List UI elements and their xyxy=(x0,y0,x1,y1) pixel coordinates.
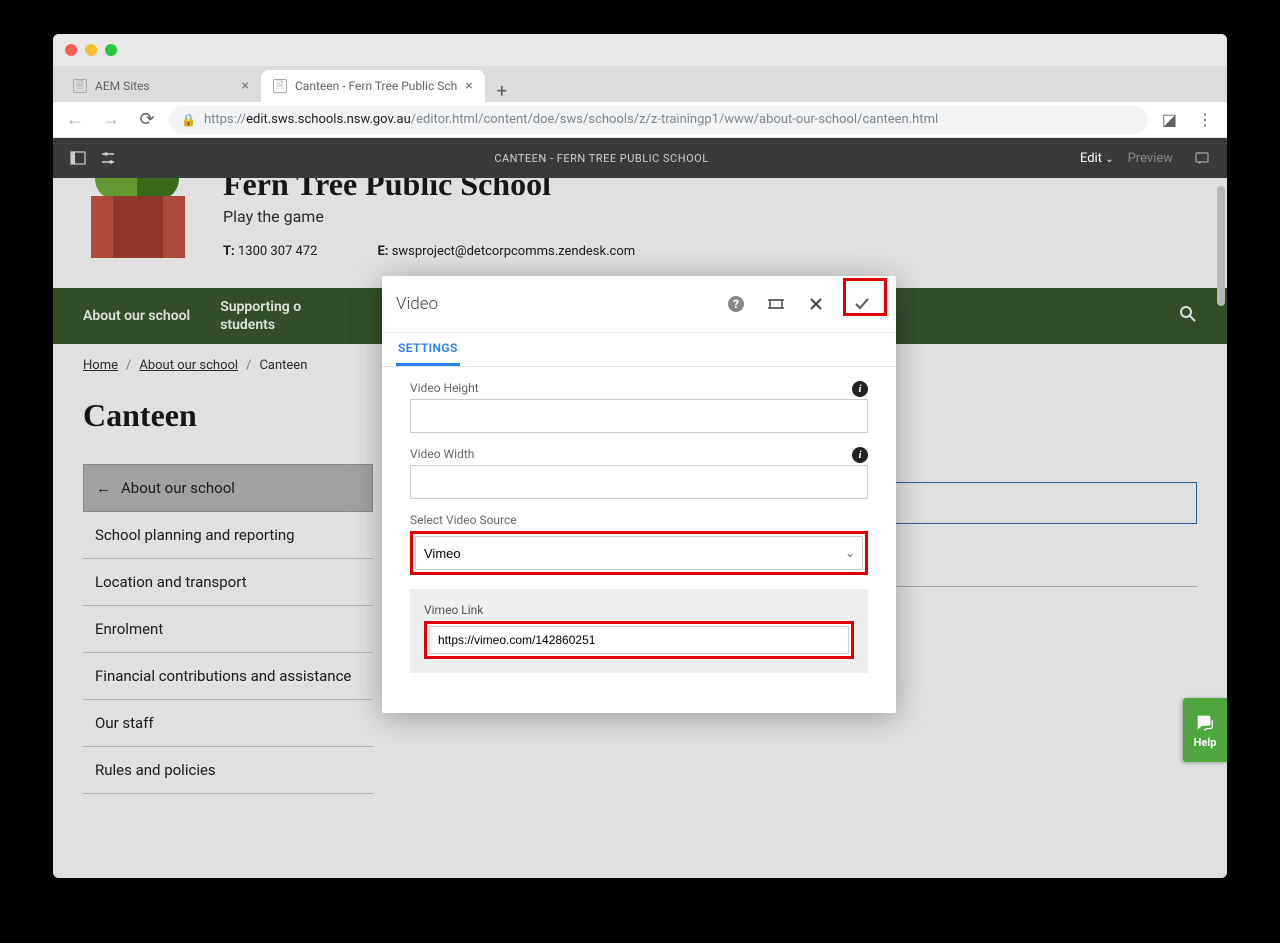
video-source-label: Select Video Source xyxy=(410,513,868,527)
scrollbar[interactable] xyxy=(1217,186,1225,306)
page-icon: 🗎 xyxy=(273,79,287,93)
traffic-lights xyxy=(65,44,117,56)
side-nav: ←About our school School planning and re… xyxy=(83,464,373,794)
browser-tab-aem-sites[interactable]: 🗎 AEM Sites × xyxy=(61,70,261,102)
sidenav-item-about[interactable]: ←About our school xyxy=(83,464,373,512)
address-bar: ← → ⟳ 🔒 https://edit.sws.schools.nsw.gov… xyxy=(53,102,1227,138)
preview-button[interactable]: Preview xyxy=(1128,151,1173,166)
help-tab[interactable]: Help xyxy=(1183,698,1227,762)
field-video-height: Video Height i xyxy=(410,381,868,433)
dialog-body: Video Height i Video Width i Select Vide… xyxy=(382,367,896,713)
nav-supporting[interactable]: Supporting o students xyxy=(220,298,301,334)
chrome-menu-icon[interactable]: ⋮ xyxy=(1191,110,1219,129)
side-panel-icon[interactable] xyxy=(63,143,93,173)
browser-window: 🗎 AEM Sites × 🗎 Canteen - Fern Tree Publ… xyxy=(53,34,1227,878)
video-source-select[interactable]: Vimeo xyxy=(415,536,863,570)
settings-icon[interactable] xyxy=(93,143,123,173)
new-tab-button[interactable]: + xyxy=(485,81,519,102)
titlebar xyxy=(53,34,1227,66)
school-header: Fern Tree Public School Play the game T:… xyxy=(53,178,1227,288)
url-field[interactable]: 🔒 https://edit.sws.schools.nsw.gov.au/ed… xyxy=(169,106,1148,134)
school-tagline: Play the game xyxy=(223,207,635,226)
close-icon[interactable] xyxy=(796,286,836,322)
vimeo-link-label: Vimeo Link xyxy=(424,603,854,617)
help-label: Help xyxy=(1194,736,1217,749)
tab-close-icon[interactable]: × xyxy=(242,78,249,94)
school-name: Fern Tree Public School xyxy=(223,178,635,203)
video-width-label: Video Width xyxy=(410,447,868,461)
dialog-title: Video xyxy=(396,294,438,314)
edit-mode-button[interactable]: Edit ⌄ xyxy=(1080,151,1114,166)
info-icon[interactable]: i xyxy=(852,447,868,463)
fullscreen-icon[interactable] xyxy=(756,286,796,322)
url-text: https://edit.sws.schools.nsw.gov.au/edit… xyxy=(204,112,938,127)
sidenav-item-location[interactable]: Location and transport xyxy=(83,559,373,606)
aem-toolbar: CANTEEN - FERN TREE PUBLIC SCHOOL Edit ⌄… xyxy=(53,138,1227,178)
school-logo xyxy=(83,178,193,268)
page-content: Fern Tree Public School Play the game T:… xyxy=(53,178,1227,878)
tab-title: Canteen - Fern Tree Public Sch xyxy=(295,79,457,93)
tab-title: AEM Sites xyxy=(95,79,150,93)
sidenav-item-rules[interactable]: Rules and policies xyxy=(83,747,373,794)
svg-text:?: ? xyxy=(733,297,739,311)
phone: T: 1300 307 472 xyxy=(223,244,317,259)
tab-close-icon[interactable]: × xyxy=(465,78,472,94)
field-video-source: Select Video Source Vimeo ⌄ xyxy=(410,513,868,575)
video-height-label: Video Height xyxy=(410,381,868,395)
dialog-header: Video ? xyxy=(382,276,896,333)
confirm-button[interactable] xyxy=(842,286,882,322)
lock-icon: 🔒 xyxy=(181,113,196,127)
tab-bar: 🗎 AEM Sites × 🗎 Canteen - Fern Tree Publ… xyxy=(53,66,1227,102)
arrow-left-icon: ← xyxy=(96,479,111,497)
info-icon[interactable]: i xyxy=(852,381,868,397)
video-width-input[interactable] xyxy=(410,465,868,499)
help-icon[interactable]: ? xyxy=(716,286,756,322)
breadcrumb-current: Canteen xyxy=(259,358,307,373)
annotate-icon[interactable] xyxy=(1187,143,1217,173)
breadcrumb-about[interactable]: About our school xyxy=(139,358,238,373)
email: E: swsproject@detcorpcomms.zendesk.com xyxy=(377,244,635,259)
sidenav-item-financial[interactable]: Financial contributions and assistance xyxy=(83,653,373,700)
video-height-input[interactable] xyxy=(410,399,868,433)
window-minimize-button[interactable] xyxy=(85,44,97,56)
page-icon: 🗎 xyxy=(73,79,87,93)
window-close-button[interactable] xyxy=(65,44,77,56)
field-video-width: Video Width i xyxy=(410,447,868,499)
sidenav-item-staff[interactable]: Our staff xyxy=(83,700,373,747)
sidenav-item-planning[interactable]: School planning and reporting xyxy=(83,512,373,559)
vimeo-link-input[interactable] xyxy=(429,626,849,654)
breadcrumb-home[interactable]: Home xyxy=(83,358,118,373)
forward-button[interactable]: → xyxy=(97,106,125,134)
chevron-down-icon: ⌄ xyxy=(1105,154,1113,165)
aem-page-title: CANTEEN - FERN TREE PUBLIC SCHOOL xyxy=(123,152,1080,165)
browser-tab-canteen[interactable]: 🗎 Canteen - Fern Tree Public Sch × xyxy=(261,70,485,102)
window-zoom-button[interactable] xyxy=(105,44,117,56)
vimeo-link-group: Vimeo Link xyxy=(410,589,868,673)
sidenav-item-enrolment[interactable]: Enrolment xyxy=(83,606,373,653)
dialog-tabs: SETTINGS xyxy=(382,333,896,367)
back-button[interactable]: ← xyxy=(61,106,89,134)
video-dialog: Video ? SETTINGS xyxy=(382,276,896,713)
reload-button[interactable]: ⟳ xyxy=(133,106,161,134)
tab-settings[interactable]: SETTINGS xyxy=(396,333,460,366)
search-icon[interactable] xyxy=(1179,305,1197,328)
nav-about[interactable]: About our school xyxy=(83,307,190,325)
extensions-icon[interactable]: ◪ xyxy=(1156,110,1183,129)
